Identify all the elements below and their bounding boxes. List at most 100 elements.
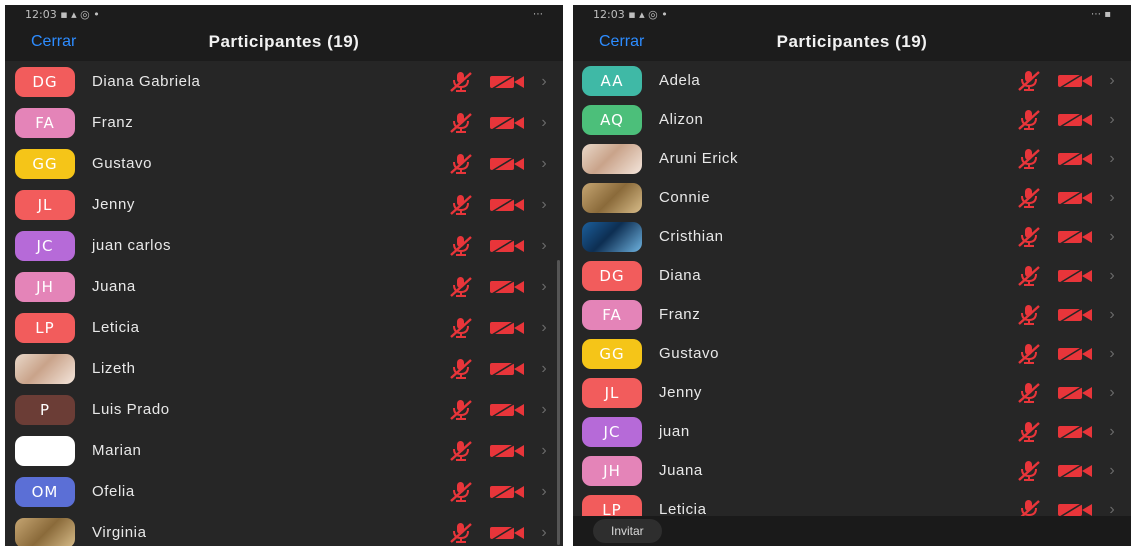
camera-off-icon[interactable] (489, 483, 525, 501)
mic-muted-icon[interactable] (447, 275, 475, 299)
mic-muted-icon[interactable] (1015, 69, 1043, 93)
mic-muted-icon[interactable] (1015, 147, 1043, 171)
mic-muted-icon[interactable] (1015, 420, 1043, 444)
camera-off-icon[interactable] (1057, 72, 1093, 90)
camera-off-icon[interactable] (489, 73, 525, 91)
chevron-right-icon[interactable]: › (1107, 423, 1117, 441)
chevron-right-icon[interactable]: › (1107, 267, 1117, 285)
mic-muted-icon[interactable] (447, 480, 475, 504)
mic-muted-icon[interactable] (1015, 108, 1043, 132)
camera-off-icon[interactable] (1057, 228, 1093, 246)
chevron-right-icon[interactable]: › (539, 319, 549, 337)
chevron-right-icon[interactable]: › (1107, 189, 1117, 207)
camera-off-icon[interactable] (1057, 462, 1093, 480)
camera-off-icon[interactable] (1057, 111, 1093, 129)
participant-row[interactable]: Cristhian › (573, 217, 1131, 256)
participant-row[interactable]: GG Gustavo › (573, 334, 1131, 373)
camera-off-icon[interactable] (1057, 423, 1093, 441)
participant-row[interactable]: JH Juana › (573, 451, 1131, 490)
mic-muted-icon[interactable] (1015, 186, 1043, 210)
camera-off-icon[interactable] (1057, 267, 1093, 285)
participant-row[interactable]: Connie › (573, 178, 1131, 217)
camera-off-icon[interactable] (489, 442, 525, 460)
chevron-right-icon[interactable]: › (1107, 306, 1117, 324)
camera-off-icon[interactable] (1057, 150, 1093, 168)
participant-controls: › (1015, 147, 1117, 171)
chevron-right-icon[interactable]: › (539, 196, 549, 214)
chevron-right-icon[interactable]: › (1107, 462, 1117, 480)
participant-row[interactable]: OM Ofelia › (5, 471, 563, 512)
participant-row[interactable]: DG Diana Gabriela › (5, 61, 563, 102)
participant-row[interactable]: Virginia › (5, 512, 563, 546)
chevron-right-icon[interactable]: › (1107, 150, 1117, 168)
chevron-right-icon[interactable]: › (539, 483, 549, 501)
participant-controls: › (1015, 342, 1117, 366)
camera-off-icon[interactable] (489, 155, 525, 173)
chevron-right-icon[interactable]: › (1107, 228, 1117, 246)
participant-row[interactable]: JH Juana › (5, 266, 563, 307)
participant-row[interactable]: JL Jenny › (5, 184, 563, 225)
mic-muted-icon[interactable] (447, 70, 475, 94)
camera-off-icon[interactable] (489, 114, 525, 132)
mic-muted-icon[interactable] (1015, 225, 1043, 249)
mic-muted-icon[interactable] (447, 316, 475, 340)
mic-muted-icon[interactable] (447, 152, 475, 176)
invite-button[interactable]: Invitar (593, 519, 662, 543)
mic-muted-icon[interactable] (447, 234, 475, 258)
chevron-right-icon[interactable]: › (539, 278, 549, 296)
camera-off-icon[interactable] (1057, 384, 1093, 402)
camera-off-icon[interactable] (1057, 306, 1093, 324)
mic-muted-icon[interactable] (447, 357, 475, 381)
chevron-right-icon[interactable]: › (539, 401, 549, 419)
participant-row[interactable]: Aruni Erick › (573, 139, 1131, 178)
close-button[interactable]: Cerrar (31, 33, 76, 51)
participant-row[interactable]: Lizeth › (5, 348, 563, 389)
chevron-right-icon[interactable]: › (539, 524, 549, 542)
participant-row[interactable]: JC juan carlos › (5, 225, 563, 266)
scrollbar[interactable] (557, 260, 560, 545)
participant-row[interactable]: AQ Alizon › (573, 100, 1131, 139)
camera-off-icon[interactable] (489, 237, 525, 255)
chevron-right-icon[interactable]: › (1107, 345, 1117, 363)
camera-off-icon[interactable] (489, 196, 525, 214)
mic-muted-icon[interactable] (1015, 459, 1043, 483)
close-button[interactable]: Cerrar (599, 33, 644, 51)
camera-off-icon[interactable] (489, 278, 525, 296)
participant-list: DG Diana Gabriela › FA Franz › GG Gustavo › JL Jen… (5, 61, 563, 546)
participant-row[interactable]: FA Franz › (573, 295, 1131, 334)
participant-row[interactable]: LP Leticia › (5, 307, 563, 348)
camera-off-icon[interactable] (1057, 189, 1093, 207)
participant-row[interactable]: DG Diana › (573, 256, 1131, 295)
mic-muted-icon[interactable] (447, 439, 475, 463)
participant-row[interactable]: GG Gustavo › (5, 143, 563, 184)
chevron-right-icon[interactable]: › (1107, 384, 1117, 402)
mic-muted-icon[interactable] (447, 111, 475, 135)
chevron-right-icon[interactable]: › (539, 73, 549, 91)
mic-muted-icon[interactable] (1015, 264, 1043, 288)
mic-muted-icon[interactable] (1015, 342, 1043, 366)
participant-row[interactable]: P Luis Prado › (5, 389, 563, 430)
participant-row[interactable]: AA Adela › (573, 61, 1131, 100)
participant-row[interactable]: JL Jenny › (573, 373, 1131, 412)
chevron-right-icon[interactable]: › (539, 360, 549, 378)
chevron-right-icon[interactable]: › (1107, 72, 1117, 90)
chevron-right-icon[interactable]: › (539, 155, 549, 173)
participant-row[interactable]: JC juan › (573, 412, 1131, 451)
chevron-right-icon[interactable]: › (539, 237, 549, 255)
mic-muted-icon[interactable] (1015, 303, 1043, 327)
chevron-right-icon[interactable]: › (1107, 111, 1117, 129)
mic-muted-icon[interactable] (447, 193, 475, 217)
participant-row[interactable]: Marian › (5, 430, 563, 471)
mic-muted-icon[interactable] (447, 398, 475, 422)
participant-controls: › (447, 316, 549, 340)
mic-muted-icon[interactable] (1015, 381, 1043, 405)
participant-row[interactable]: FA Franz › (5, 102, 563, 143)
camera-off-icon[interactable] (489, 319, 525, 337)
chevron-right-icon[interactable]: › (539, 114, 549, 132)
camera-off-icon[interactable] (489, 401, 525, 419)
camera-off-icon[interactable] (489, 524, 525, 542)
chevron-right-icon[interactable]: › (539, 442, 549, 460)
mic-muted-icon[interactable] (447, 521, 475, 545)
camera-off-icon[interactable] (1057, 345, 1093, 363)
camera-off-icon[interactable] (489, 360, 525, 378)
